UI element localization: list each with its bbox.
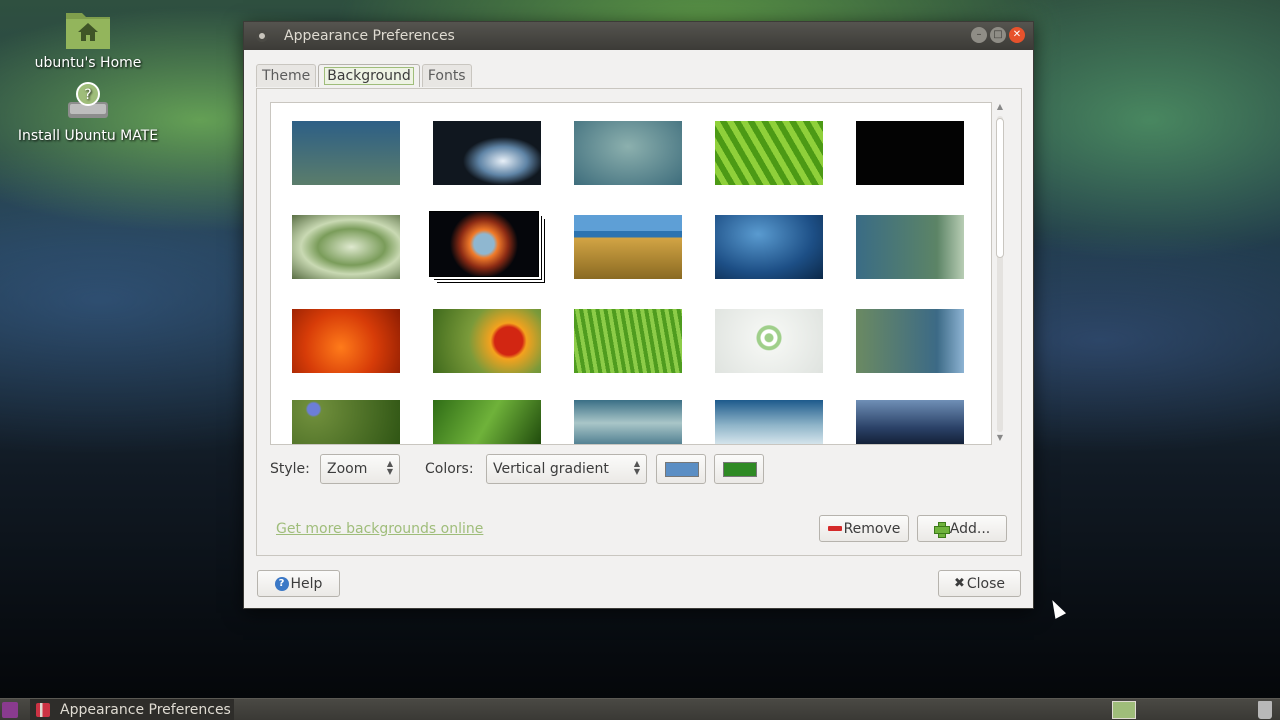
wallpaper-thumbnail[interactable] — [715, 309, 823, 373]
close-button-label: Close — [966, 575, 1006, 592]
select-arrows-icon: ▲ ▼ — [633, 459, 640, 476]
installer-disk-icon: ? — [64, 80, 112, 124]
close-button[interactable]: ✖ Close — [938, 570, 1021, 597]
add-button-label: Add... — [949, 520, 991, 537]
add-icon — [933, 521, 950, 538]
bottom-panel: Appearance Preferences — [0, 698, 1280, 720]
more-backgrounds-link[interactable]: Get more backgrounds online — [276, 521, 483, 537]
taskbar-window-button[interactable]: Appearance Preferences — [30, 699, 234, 720]
window-title: Appearance Preferences — [284, 28, 455, 44]
wallpaper-thumbnail-selected[interactable] — [429, 211, 539, 277]
colors-select[interactable]: Vertical gradient ▲ ▼ — [486, 454, 647, 484]
secondary-color-swatch — [723, 462, 757, 477]
svg-text:?: ? — [84, 87, 91, 103]
gallery-scrollbar[interactable]: ▲ ▼ — [993, 102, 1007, 445]
desktop-icon-label: ubuntu's Home — [34, 55, 142, 71]
style-label: Style: — [270, 461, 310, 477]
trash-icon[interactable] — [1258, 701, 1272, 719]
desktop-icon-install[interactable]: ? Install Ubuntu MATE — [13, 80, 163, 144]
wallpaper-thumbnail[interactable] — [433, 400, 541, 444]
scroll-down-icon[interactable]: ▼ — [995, 433, 1005, 443]
window-titlebar[interactable]: Appearance Preferences – □ ✕ — [244, 22, 1033, 50]
appearance-preferences-window: Appearance Preferences – □ ✕ Theme Backg… — [243, 21, 1034, 609]
tab-theme[interactable]: Theme — [256, 64, 317, 87]
help-button[interactable]: ? Help — [257, 570, 340, 597]
maximize-button[interactable]: □ — [990, 27, 1006, 43]
appearance-app-icon — [36, 703, 50, 717]
workspace-switcher[interactable] — [1112, 701, 1136, 719]
secondary-color-button[interactable] — [714, 454, 764, 484]
remove-icon — [827, 526, 842, 531]
mouse-cursor-icon — [1047, 597, 1067, 619]
wallpaper-thumbnail[interactable] — [433, 121, 541, 185]
wallpaper-thumbnail[interactable] — [574, 400, 682, 444]
wallpaper-thumbnail[interactable] — [292, 215, 400, 279]
select-arrows-icon: ▲ ▼ — [386, 459, 393, 476]
wallpaper-thumbnail[interactable] — [715, 400, 823, 444]
help-icon: ? — [274, 576, 289, 591]
home-folder-icon — [64, 7, 112, 51]
remove-button[interactable]: Remove — [819, 515, 909, 542]
desktop-icon-home[interactable]: ubuntu's Home — [13, 7, 163, 71]
primary-color-button[interactable] — [656, 454, 706, 484]
desktop-icon-label: Install Ubuntu MATE — [17, 128, 159, 144]
help-button-label: Help — [290, 575, 323, 592]
wallpaper-thumbnail[interactable] — [856, 309, 964, 373]
style-select[interactable]: Zoom ▲ ▼ — [320, 454, 400, 484]
wallpaper-thumbnail[interactable] — [292, 400, 400, 444]
colors-label: Colors: — [425, 461, 474, 477]
tab-background[interactable]: Background — [318, 64, 420, 87]
wallpaper-thumbnail[interactable] — [292, 121, 400, 185]
wallpaper-gallery[interactable] — [270, 102, 992, 445]
wallpaper-thumbnail[interactable] — [574, 309, 682, 373]
primary-color-swatch — [665, 462, 699, 477]
wallpaper-thumbnail[interactable] — [856, 121, 964, 185]
tab-bar: Theme Background Fonts — [256, 64, 472, 87]
scroll-thumb[interactable] — [996, 118, 1004, 258]
tab-fonts[interactable]: Fonts — [421, 64, 472, 87]
window-menu-icon[interactable] — [256, 30, 268, 42]
remove-button-label: Remove — [843, 520, 901, 537]
scroll-up-icon[interactable]: ▲ — [995, 102, 1005, 112]
add-button[interactable]: Add... — [917, 515, 1007, 542]
colors-select-value: Vertical gradient — [493, 461, 609, 477]
wallpaper-thumbnail[interactable] — [715, 215, 823, 279]
background-tab-panel: ▲ ▼ Style: Zoom ▲ ▼ Colors: Vertical grad… — [256, 88, 1022, 556]
wallpaper-thumbnail[interactable] — [856, 400, 964, 444]
wallpaper-thumbnail[interactable] — [856, 215, 964, 279]
wallpaper-thumbnail[interactable] — [715, 121, 823, 185]
style-select-value: Zoom — [327, 461, 368, 477]
taskbar-window-label: Appearance Preferences — [60, 702, 231, 718]
show-desktop-icon[interactable] — [2, 702, 18, 718]
minimize-button[interactable]: – — [971, 27, 987, 43]
wallpaper-thumbnail[interactable] — [292, 309, 400, 373]
close-window-button[interactable]: ✕ — [1009, 27, 1025, 43]
wallpaper-thumbnail[interactable] — [574, 121, 682, 185]
wallpaper-thumbnail[interactable] — [433, 309, 541, 373]
close-icon: ✖ — [953, 576, 965, 591]
wallpaper-thumbnail[interactable] — [574, 215, 682, 279]
